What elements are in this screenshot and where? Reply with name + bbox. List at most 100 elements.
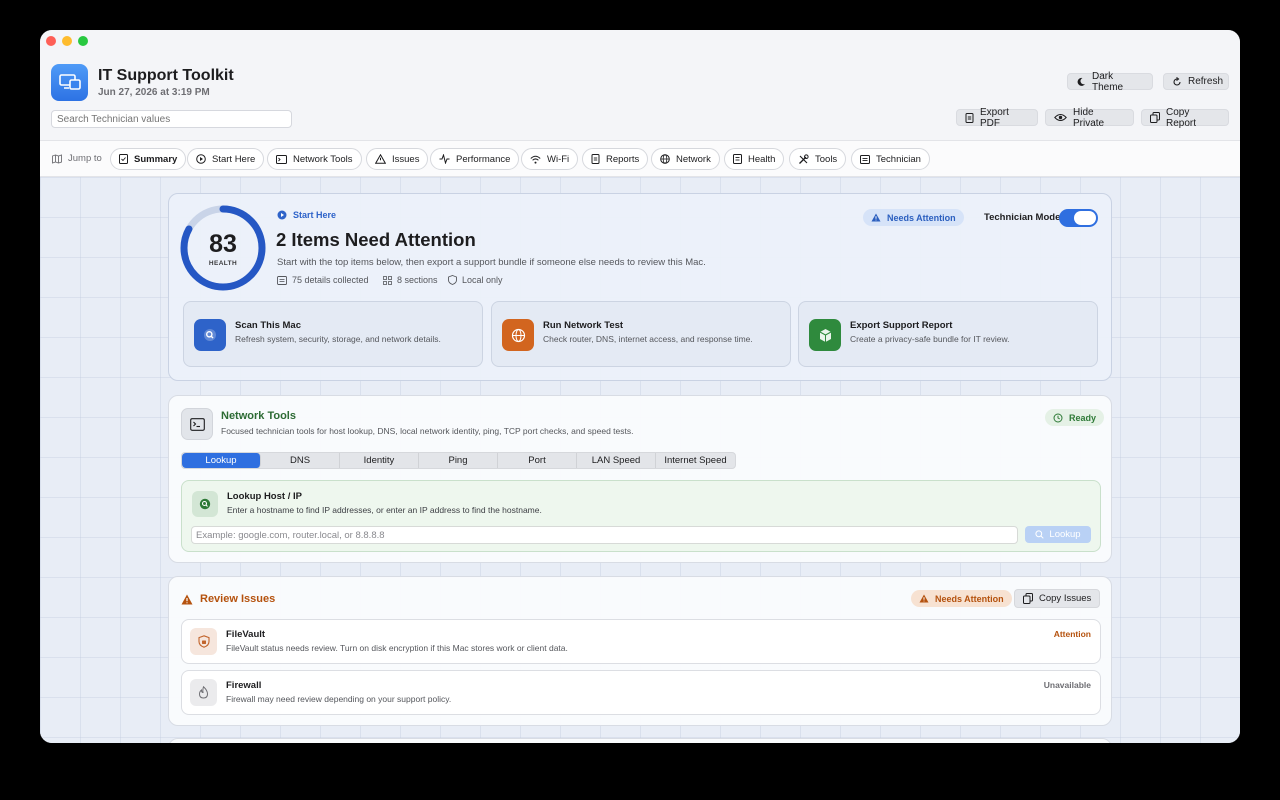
export-support-report-card[interactable]: Export Support Report Create a privacy-s… [798, 301, 1098, 367]
tab-ping[interactable]: Ping [419, 453, 498, 468]
lookup-title: Lookup Host / IP [227, 491, 302, 502]
refresh-label: Refresh [1188, 76, 1224, 87]
refresh-icon [1173, 76, 1181, 86]
tab-port[interactable]: Port [498, 453, 577, 468]
needs-attention-badge: Needs Attention [863, 209, 964, 226]
main-content[interactable]: 83 HEALTH Start Here 2 Items Need Attent… [40, 177, 1240, 743]
nav-network-label: Network [676, 153, 711, 165]
tab-dns[interactable]: DNS [261, 453, 340, 468]
local-only: Local only [448, 275, 503, 285]
lookup-button[interactable]: Lookup [1025, 526, 1091, 543]
close-window-button[interactable] [46, 36, 56, 46]
network-tools-tabs: Lookup DNS Identity Ping Port LAN Speed … [181, 452, 736, 469]
list-icon [860, 154, 870, 164]
nav-start-here-label: Start Here [212, 153, 256, 165]
nav-wifi-label: Wi-Fi [547, 153, 570, 165]
nav-health-label: Health [748, 153, 776, 165]
issue-row-firewall[interactable]: Firewall Firewall may need review depend… [181, 670, 1101, 715]
review-issues-card: Review Issues Needs Attention Copy Issue… [168, 576, 1112, 726]
list-icon [277, 275, 287, 285]
scan-this-mac-desc: Refresh system, security, storage, and n… [235, 334, 441, 344]
magnifier-icon [194, 319, 226, 351]
nav-network[interactable]: Network [651, 148, 720, 170]
warning-icon [375, 154, 386, 164]
lookup-input[interactable]: Example: google.com, router.local, or 8.… [191, 526, 1018, 544]
nav-wifi[interactable]: Wi-Fi [521, 148, 579, 170]
nav-network-tools[interactable]: Network Tools [267, 148, 362, 170]
nav-tools[interactable]: Tools [789, 148, 847, 170]
issue-status: Unavailable [1043, 680, 1091, 690]
nav-performance[interactable]: Performance [430, 148, 520, 170]
nav-health[interactable]: Health [724, 148, 785, 170]
issue-row-filevault[interactable]: FileVault FileVault status needs review.… [181, 619, 1101, 664]
next-section-card [168, 738, 1112, 743]
nav-technician[interactable]: Technician [851, 148, 930, 170]
nav-performance-label: Performance [456, 153, 511, 165]
globe-icon [660, 154, 670, 164]
checklist-icon [733, 154, 742, 164]
scan-this-mac-card[interactable]: Scan This Mac Refresh system, security, … [183, 301, 483, 367]
minimize-window-button[interactable] [62, 36, 72, 46]
jump-to: Jump to [52, 153, 102, 164]
issues-needs-attention-label: Needs Attention [935, 593, 1004, 604]
flame-icon [190, 679, 217, 706]
refresh-button[interactable]: Refresh [1163, 73, 1229, 90]
terminal-icon [276, 154, 287, 164]
nav-tools-label: Tools [815, 153, 838, 165]
nav-issues[interactable]: Issues [366, 148, 429, 170]
dark-theme-button[interactable]: Dark Theme [1067, 71, 1153, 93]
sections-count-label: 8 sections [397, 275, 438, 285]
app-logo-icon [51, 64, 88, 101]
copy-icon [1150, 112, 1160, 123]
globe-icon [502, 319, 534, 351]
copy-issues-button[interactable]: Copy Issues [1014, 589, 1101, 608]
network-tools-desc: Focused technician tools for host lookup… [221, 426, 634, 436]
search-input[interactable] [51, 110, 292, 128]
jump-to-label: Jump to [68, 153, 102, 164]
tab-lan-speed[interactable]: LAN Speed [577, 453, 656, 468]
health-score: 83 [209, 230, 237, 258]
export-pdf-button[interactable]: Export PDF [956, 106, 1038, 129]
copy-report-button[interactable]: Copy Report [1141, 106, 1229, 129]
lookup-button-label: Lookup [1049, 529, 1081, 540]
jump-to-bar: Jump to Summary Start Here Network Tools… [40, 140, 1240, 177]
nav-reports[interactable]: Reports [582, 148, 649, 170]
copy-report-label: Copy Report [1166, 106, 1197, 129]
issue-title: FileVault [226, 629, 266, 640]
play-circle-icon [277, 210, 287, 220]
nav-summary-label: Summary [134, 153, 178, 165]
terminal-icon [181, 408, 213, 440]
needs-attention-label: Needs Attention [887, 212, 956, 223]
network-tools-card: Network Tools Focused technician tools f… [168, 395, 1112, 563]
nav-summary[interactable]: Summary [110, 148, 187, 170]
nav-technician-label: Technician [876, 153, 921, 165]
technician-mode-toggle[interactable] [1059, 209, 1098, 227]
issues-needs-attention-badge: Needs Attention [911, 590, 1012, 607]
hide-private-button[interactable]: Hide Private [1045, 107, 1134, 129]
eye-icon [1054, 114, 1067, 121]
start-here-kicker-label: Start Here [293, 210, 337, 220]
tab-lookup[interactable]: Lookup [182, 453, 261, 468]
nav-start-here[interactable]: Start Here [187, 148, 265, 170]
magnifier-icon [192, 491, 218, 517]
waveform-icon [439, 154, 450, 164]
start-here-kicker: Start Here [277, 210, 336, 220]
lock-shield-icon [190, 628, 217, 655]
copy-icon [1023, 593, 1033, 604]
copy-issues-label: Copy Issues [1039, 593, 1092, 604]
nav-issues-label: Issues [392, 153, 420, 165]
tab-identity[interactable]: Identity [340, 453, 419, 468]
header: IT Support Toolkit Jun 27, 2026 at 3:19 … [40, 30, 1240, 140]
run-network-test-card[interactable]: Run Network Test Check router, DNS, inte… [491, 301, 791, 367]
export-pdf-label: Export PDF [980, 106, 1009, 129]
zoom-window-button[interactable] [78, 36, 88, 46]
issue-desc: FileVault status needs review. Turn on d… [226, 643, 568, 653]
export-support-report-desc: Create a privacy-safe bundle for IT revi… [850, 334, 1010, 344]
tab-internet-speed[interactable]: Internet Speed [656, 453, 735, 468]
warning-icon [871, 213, 881, 222]
technician-mode-label: Technician Mode [984, 212, 1061, 223]
details-collected: 75 details collected [277, 275, 369, 285]
start-here-card: 83 HEALTH Start Here 2 Items Need Attent… [168, 193, 1112, 381]
issue-desc: Firewall may need review depending on yo… [226, 694, 452, 704]
ready-badge: Ready [1045, 409, 1105, 426]
